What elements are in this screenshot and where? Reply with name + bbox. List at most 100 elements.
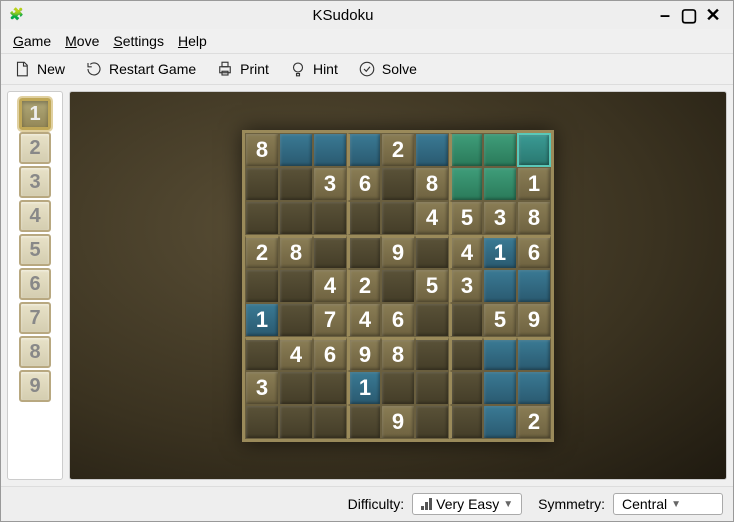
- cell-r4-c3[interactable]: 2: [347, 269, 381, 303]
- cell-r2-c2[interactable]: [313, 201, 347, 235]
- cell-r0-c1[interactable]: [279, 133, 313, 167]
- menu-settings[interactable]: Settings: [113, 33, 164, 49]
- cell-r5-c8[interactable]: 9: [517, 303, 551, 337]
- palette-digit-7[interactable]: 7: [19, 302, 51, 334]
- cell-r5-c5[interactable]: [415, 303, 449, 337]
- cell-r0-c5[interactable]: [415, 133, 449, 167]
- cell-r3-c1[interactable]: 8: [279, 235, 313, 269]
- menu-move[interactable]: Move: [65, 33, 99, 49]
- cell-r4-c4[interactable]: [381, 269, 415, 303]
- cell-r5-c1[interactable]: [279, 303, 313, 337]
- cell-r3-c3[interactable]: [347, 235, 381, 269]
- cell-r3-c8[interactable]: 6: [517, 235, 551, 269]
- cell-r6-c3[interactable]: 9: [347, 337, 381, 371]
- cell-r3-c2[interactable]: [313, 235, 347, 269]
- cell-r2-c6[interactable]: 5: [449, 201, 483, 235]
- cell-r8-c1[interactable]: [279, 405, 313, 439]
- cell-r5-c2[interactable]: 7: [313, 303, 347, 337]
- cell-r6-c5[interactable]: [415, 337, 449, 371]
- palette-digit-4[interactable]: 4: [19, 200, 51, 232]
- cell-r8-c3[interactable]: [347, 405, 381, 439]
- palette-digit-8[interactable]: 8: [19, 336, 51, 368]
- close-button[interactable]: ✕: [701, 5, 725, 26]
- cell-r1-c2[interactable]: 3: [313, 167, 347, 201]
- cell-r6-c1[interactable]: 4: [279, 337, 313, 371]
- cell-r7-c2[interactable]: [313, 371, 347, 405]
- cell-r4-c2[interactable]: 4: [313, 269, 347, 303]
- cell-r0-c4[interactable]: 2: [381, 133, 415, 167]
- cell-r8-c6[interactable]: [449, 405, 483, 439]
- cell-r6-c0[interactable]: [245, 337, 279, 371]
- hint-button[interactable]: Hint: [289, 60, 338, 78]
- palette-digit-6[interactable]: 6: [19, 268, 51, 300]
- cell-r0-c0[interactable]: 8: [245, 133, 279, 167]
- cell-r6-c4[interactable]: 8: [381, 337, 415, 371]
- cell-r4-c7[interactable]: [483, 269, 517, 303]
- cell-r7-c5[interactable]: [415, 371, 449, 405]
- cell-r4-c0[interactable]: [245, 269, 279, 303]
- cell-r1-c8[interactable]: 1: [517, 167, 551, 201]
- cell-r4-c1[interactable]: [279, 269, 313, 303]
- cell-r8-c8[interactable]: 2: [517, 405, 551, 439]
- cell-r2-c1[interactable]: [279, 201, 313, 235]
- cell-r4-c5[interactable]: 5: [415, 269, 449, 303]
- cell-r4-c6[interactable]: 3: [449, 269, 483, 303]
- cell-r8-c2[interactable]: [313, 405, 347, 439]
- cell-r8-c7[interactable]: [483, 405, 517, 439]
- cell-r0-c7[interactable]: [483, 133, 517, 167]
- cell-r1-c6[interactable]: [449, 167, 483, 201]
- cell-r8-c0[interactable]: [245, 405, 279, 439]
- cell-r5-c0[interactable]: 1: [245, 303, 279, 337]
- cell-r1-c0[interactable]: [245, 167, 279, 201]
- cell-r3-c0[interactable]: 2: [245, 235, 279, 269]
- minimize-button[interactable]: –: [653, 5, 677, 26]
- cell-r1-c4[interactable]: [381, 167, 415, 201]
- palette-digit-9[interactable]: 9: [19, 370, 51, 402]
- menu-game[interactable]: Game: [13, 33, 51, 49]
- cell-r8-c5[interactable]: [415, 405, 449, 439]
- cell-r7-c6[interactable]: [449, 371, 483, 405]
- cell-r2-c7[interactable]: 3: [483, 201, 517, 235]
- cell-r2-c5[interactable]: 4: [415, 201, 449, 235]
- cell-r8-c4[interactable]: 9: [381, 405, 415, 439]
- cell-r0-c6[interactable]: [449, 133, 483, 167]
- cell-r0-c8[interactable]: [517, 133, 551, 167]
- cell-r5-c3[interactable]: 4: [347, 303, 381, 337]
- cell-r1-c1[interactable]: [279, 167, 313, 201]
- palette-digit-3[interactable]: 3: [19, 166, 51, 198]
- cell-r0-c3[interactable]: [347, 133, 381, 167]
- cell-r3-c7[interactable]: 1: [483, 235, 517, 269]
- solve-button[interactable]: Solve: [358, 60, 417, 78]
- cell-r3-c5[interactable]: [415, 235, 449, 269]
- cell-r6-c6[interactable]: [449, 337, 483, 371]
- maximize-button[interactable]: ▢: [677, 5, 701, 26]
- cell-r7-c3[interactable]: 1: [347, 371, 381, 405]
- cell-r6-c8[interactable]: [517, 337, 551, 371]
- cell-r7-c0[interactable]: 3: [245, 371, 279, 405]
- cell-r2-c4[interactable]: [381, 201, 415, 235]
- palette-digit-2[interactable]: 2: [19, 132, 51, 164]
- cell-r7-c8[interactable]: [517, 371, 551, 405]
- cell-r0-c2[interactable]: [313, 133, 347, 167]
- cell-r1-c7[interactable]: [483, 167, 517, 201]
- cell-r6-c2[interactable]: 6: [313, 337, 347, 371]
- new-button[interactable]: New: [13, 60, 65, 78]
- cell-r5-c7[interactable]: 5: [483, 303, 517, 337]
- cell-r1-c5[interactable]: 8: [415, 167, 449, 201]
- restart-button[interactable]: Restart Game: [85, 60, 196, 78]
- menu-help[interactable]: Help: [178, 33, 207, 49]
- cell-r7-c1[interactable]: [279, 371, 313, 405]
- cell-r3-c6[interactable]: 4: [449, 235, 483, 269]
- palette-digit-1[interactable]: 1: [19, 98, 51, 130]
- cell-r1-c3[interactable]: 6: [347, 167, 381, 201]
- cell-r7-c7[interactable]: [483, 371, 517, 405]
- symmetry-combo[interactable]: Central ▼: [613, 493, 723, 515]
- cell-r5-c4[interactable]: 6: [381, 303, 415, 337]
- cell-r2-c0[interactable]: [245, 201, 279, 235]
- cell-r7-c4[interactable]: [381, 371, 415, 405]
- cell-r3-c4[interactable]: 9: [381, 235, 415, 269]
- print-button[interactable]: Print: [216, 60, 269, 78]
- cell-r4-c8[interactable]: [517, 269, 551, 303]
- cell-r2-c3[interactable]: [347, 201, 381, 235]
- cell-r5-c6[interactable]: [449, 303, 483, 337]
